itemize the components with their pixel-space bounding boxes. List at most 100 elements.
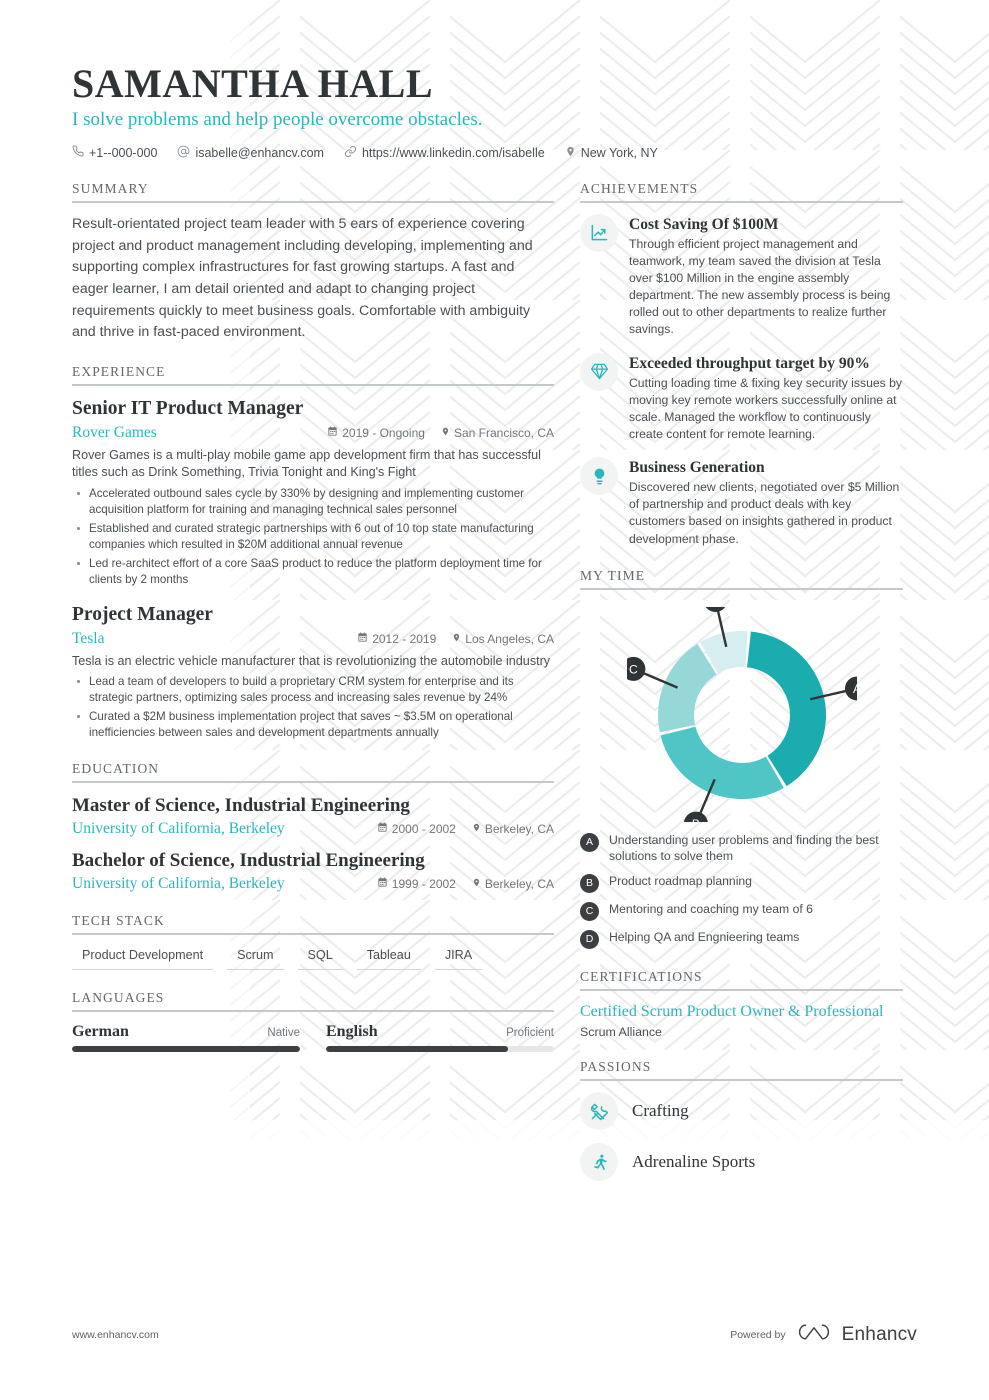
degree-title: Master of Science, Industrial Engineerin… xyxy=(72,795,410,817)
legend-key: C xyxy=(580,901,599,921)
legend-key: A xyxy=(580,832,599,852)
brand-name: Enhancv xyxy=(841,1323,917,1345)
diamond-icon xyxy=(580,352,618,391)
degree-title: Bachelor of Science, Industrial Engineer… xyxy=(72,850,425,872)
language-name: English xyxy=(326,1022,378,1040)
job-dates-text: 2012 - 2019 xyxy=(372,631,437,646)
calendar-icon xyxy=(377,822,388,836)
section-tech-stack-heading: TECH STACK xyxy=(72,912,165,928)
section-passions-heading: PASSIONS xyxy=(580,1059,652,1075)
section-experience-heading: EXPERIENCE xyxy=(72,364,166,380)
legend-key: B xyxy=(580,873,599,893)
passion-label: Adrenaline Sports xyxy=(632,1152,756,1172)
donut-segment-B xyxy=(660,726,784,799)
section-languages-heading: LANGUAGES xyxy=(72,989,165,1005)
resume-body: SUMMARY Result-orientated project team l… xyxy=(72,181,917,1201)
donut-callout-bubble xyxy=(705,606,725,612)
section-summary: SUMMARY Result-orientated project team l… xyxy=(72,181,554,344)
page-footer: www.enhancv.com Powered by Enhancv xyxy=(72,1321,917,1348)
passion-item: Crafting xyxy=(580,1092,903,1131)
job-meta: Rover Games 2019 - Ongoing San Francisco… xyxy=(72,424,554,442)
education-entry: Master of Science, Industrial Engineerin… xyxy=(72,794,554,838)
section-education-heading: EDUCATION xyxy=(72,761,160,777)
phone-icon xyxy=(72,145,84,160)
degree-meta: University of California, Berkeley 2000 … xyxy=(72,820,554,838)
divider xyxy=(72,384,554,387)
achievement-body: Business Generation Discovered new clien… xyxy=(629,457,903,548)
location-pin-icon xyxy=(472,822,481,836)
divider xyxy=(72,932,554,935)
divider xyxy=(72,200,554,203)
legend-label: Mentoring and coaching my team of 6 xyxy=(609,901,813,916)
tech-stack-list: Product Development Scrum SQL Tableau JI… xyxy=(72,946,554,970)
contact-linkedin-text: https://www.linkedin.com/isabelle xyxy=(361,145,545,160)
tech-stack-item: Scrum xyxy=(227,946,284,970)
language-item: English Proficient xyxy=(326,1023,554,1052)
at-sign-icon xyxy=(177,145,190,161)
contact-phone[interactable]: +1--000-000 xyxy=(72,145,157,160)
contact-location-text: New York, NY xyxy=(580,145,658,160)
legend-label: Understanding user problems and finding … xyxy=(609,832,879,864)
language-head: English Proficient xyxy=(326,1023,554,1041)
school-name[interactable]: University of California, Berkeley xyxy=(72,820,377,838)
location-pin-icon xyxy=(472,877,481,891)
divider xyxy=(580,1079,903,1082)
achievement-title: Exceeded throughput target by 90% xyxy=(629,354,870,372)
tech-stack-item: SQL xyxy=(297,946,343,970)
degree-dates: 2000 - 2002 xyxy=(377,822,456,836)
job-dates: 2019 - Ongoing xyxy=(327,426,425,440)
language-name: German xyxy=(72,1022,129,1040)
job-description: Tesla is an electric vehicle manufacture… xyxy=(72,653,551,668)
degree-location: Berkeley, CA xyxy=(472,822,554,836)
contact-linkedin[interactable]: https://www.linkedin.com/isabelle xyxy=(344,145,545,161)
language-head: German Native xyxy=(72,1023,300,1041)
achievement-text: Through efficient project management and… xyxy=(629,237,891,337)
divider xyxy=(580,587,903,590)
contact-location[interactable]: New York, NY xyxy=(565,145,658,161)
language-progress-fill xyxy=(72,1045,300,1052)
school-name[interactable]: University of California, Berkeley xyxy=(72,875,377,893)
donut-callout-label: B xyxy=(691,817,699,822)
donut-callout-label: D xyxy=(711,607,720,608)
contact-row: +1--000-000 isabelle@enhancv.com https:/… xyxy=(72,145,917,161)
runner-icon xyxy=(580,1143,618,1182)
tools-icon xyxy=(580,1092,618,1131)
divider xyxy=(72,1009,554,1012)
contact-email[interactable]: isabelle@enhancv.com xyxy=(177,145,324,161)
job-bullets: Accelerated outbound sales cycle by 330%… xyxy=(72,486,554,588)
section-tech-stack: TECH STACK Product Development Scrum SQL… xyxy=(72,913,554,970)
job-dates: 2012 - 2019 xyxy=(357,632,436,646)
achievement-text: Discovered new clients, negotiated over … xyxy=(629,480,900,546)
job-location-text: San Francisco, CA xyxy=(453,425,554,440)
page-title: SAMANTHA HALL xyxy=(72,61,433,106)
degree-location-text: Berkeley, CA xyxy=(484,822,554,837)
achievement-title: Cost Saving Of $100M xyxy=(629,215,779,233)
degree-dates: 1999 - 2002 xyxy=(377,877,456,891)
achievement-item: Exceeded throughput target by 90% Cuttin… xyxy=(580,352,903,444)
job-location-text: Los Angeles, CA xyxy=(465,631,554,646)
divider xyxy=(72,781,554,784)
legend-key: D xyxy=(580,929,599,949)
divider xyxy=(580,988,903,991)
job-company[interactable]: Rover Games xyxy=(72,424,327,442)
languages-list: German Native English Proficient xyxy=(72,1023,554,1052)
degree-location: Berkeley, CA xyxy=(472,877,554,891)
tech-stack-item: Product Development xyxy=(72,946,214,970)
job-bullet: Accelerated outbound sales cycle by 330%… xyxy=(72,486,554,518)
language-progress-track xyxy=(326,1045,554,1052)
job-bullet: Led re-architect effort of a core SaaS p… xyxy=(72,556,554,588)
job-title: Senior IT Product Manager xyxy=(72,398,304,420)
section-passions: PASSIONS Crafting Adrenaline Sports xyxy=(580,1059,903,1182)
certification-name[interactable]: Certified Scrum Product Owner & Professi… xyxy=(580,1002,903,1022)
job-dates-text: 2019 - Ongoing xyxy=(342,425,425,440)
section-summary-heading: SUMMARY xyxy=(72,180,149,196)
language-progress-fill xyxy=(326,1045,509,1052)
trending-chart-icon xyxy=(580,213,618,252)
legend-item: A Understanding user problems and findin… xyxy=(580,832,903,865)
job-company[interactable]: Tesla xyxy=(72,630,357,648)
footer-url[interactable]: www.enhancv.com xyxy=(72,1329,159,1341)
section-achievements-heading: ACHIEVEMENTS xyxy=(580,180,699,196)
education-entry: Bachelor of Science, Industrial Engineer… xyxy=(72,849,554,893)
degree-meta: University of California, Berkeley 1999 … xyxy=(72,875,554,893)
legend-label: Product roadmap planning xyxy=(609,873,752,888)
